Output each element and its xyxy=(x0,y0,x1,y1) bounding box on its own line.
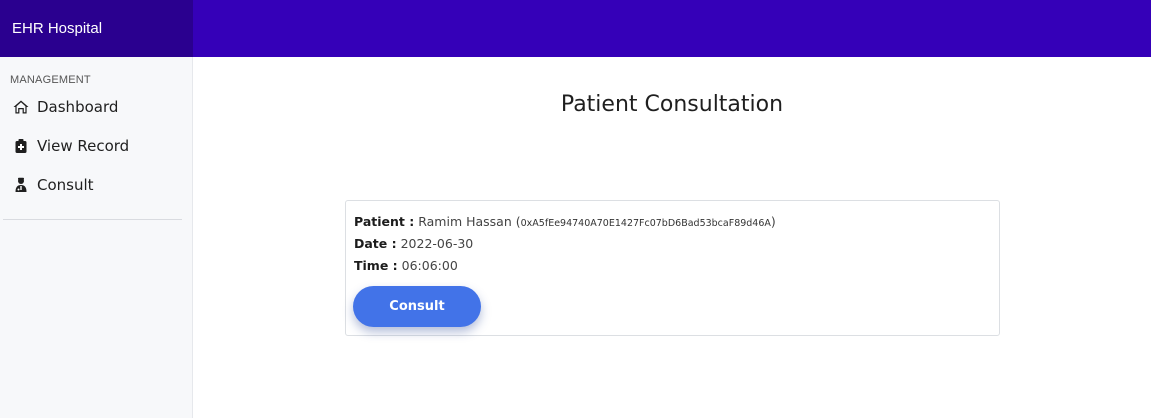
consult-button[interactable]: Consult xyxy=(353,286,481,327)
sidebar-item-consult[interactable]: Consult xyxy=(13,173,94,197)
sidebar-item-label: Dashboard xyxy=(37,98,119,116)
sidebar-item-view-record[interactable]: View Record xyxy=(13,134,129,158)
time-value: 06:06:00 xyxy=(401,258,458,273)
date-label: Date : xyxy=(354,236,397,251)
patient-wallet-address: 0xA5fEe94740A70E1427Fc07bD6Bad53bcaF89d4… xyxy=(520,218,771,229)
page-title: Patient Consultation xyxy=(560,92,784,117)
sidebar-item-dashboard[interactable]: Dashboard xyxy=(13,95,118,119)
doctor-icon xyxy=(13,177,29,193)
date-value: 2022-06-30 xyxy=(400,236,474,251)
brand-title[interactable]: EHR Hospital xyxy=(0,0,193,57)
patient-address-close: ) xyxy=(770,214,776,229)
sidebar-section-label: MANAGEMENT xyxy=(10,74,91,86)
top-navbar xyxy=(193,0,1151,57)
time-label: Time : xyxy=(354,258,398,273)
date-row: Date : 2022-06-30 xyxy=(354,236,473,251)
time-row: Time : 06:06:00 xyxy=(354,258,458,273)
medical-record-icon xyxy=(13,138,29,154)
consultation-card: Patient : Ramim Hassan (0xA5fEe94740A70E… xyxy=(345,200,1000,336)
sidebar-item-label: View Record xyxy=(37,137,130,155)
sidebar: MANAGEMENT Dashboard View Record Consult xyxy=(0,57,193,418)
patient-row: Patient : Ramim Hassan (0xA5fEe94740A70E… xyxy=(354,214,776,229)
sidebar-item-label: Consult xyxy=(37,176,94,194)
sidebar-divider xyxy=(3,219,182,220)
patient-label: Patient : xyxy=(354,214,415,229)
patient-name: Ramim Hassan xyxy=(418,214,512,229)
home-icon xyxy=(13,99,29,115)
